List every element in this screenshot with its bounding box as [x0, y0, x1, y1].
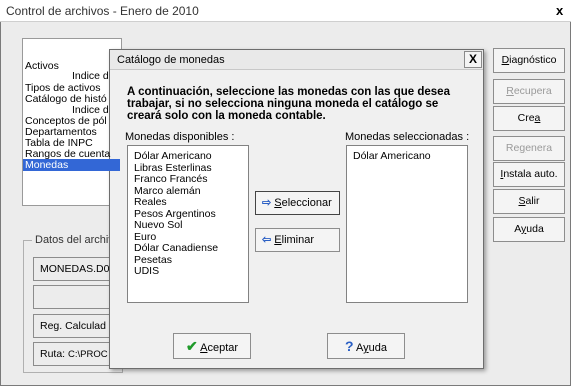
ruta-field: Ruta: C:\PROC	[33, 342, 121, 366]
selected-label: Monedas seleccionadas :	[345, 131, 470, 143]
selected-currencies-list[interactable]: Dólar Americano	[346, 145, 468, 303]
side-button-mnemonic: a	[534, 112, 541, 124]
dialog-instruction: A continuación, seleccione las monedas c…	[127, 86, 450, 122]
side-button[interactable]: Crea	[493, 106, 565, 131]
side-button[interactable]: Ayuda	[493, 217, 565, 242]
file-list-item[interactable]: Monedas	[23, 159, 120, 171]
available-currencies-list[interactable]: Dólar Americano Libras Esterlinas Franco F…	[127, 145, 249, 303]
question-icon: ?	[344, 338, 354, 354]
currency-item[interactable]: UDIS	[134, 266, 159, 277]
arrow-left-icon: ⇦	[262, 234, 272, 246]
currency-item[interactable]: Libras Esterlinas	[134, 162, 212, 174]
datos-legend: Datos del archiv	[32, 234, 117, 246]
window-close-button[interactable]: x	[556, 3, 563, 18]
currency-item[interactable]: Pesetas	[134, 254, 172, 266]
available-label: Monedas disponibles :	[125, 131, 235, 143]
remove-button[interactable]: ⇦ Eliminar	[255, 228, 340, 252]
side-button[interactable]: Instala auto.	[493, 162, 565, 187]
currency-item[interactable]: Nuevo Sol	[134, 220, 182, 231]
select-button[interactable]: ⇨ Seleccionar	[255, 191, 340, 215]
accept-button[interactable]: ✔ Aceptar	[173, 333, 251, 359]
side-button-mnemonic: S	[518, 195, 526, 207]
side-button-label: alir	[525, 195, 540, 207]
check-icon: ✔	[185, 338, 198, 354]
remove-button-mnemonic: E	[274, 234, 282, 246]
currency-item[interactable]: Franco Francés	[134, 174, 208, 185]
selected-currency-item[interactable]: Dólar Americano	[353, 151, 431, 162]
side-button-label: iagnóstico	[509, 54, 557, 66]
side-button[interactable]: Salir	[493, 189, 565, 214]
accept-button-label: ceptar	[207, 342, 239, 354]
help-button-label: uda	[368, 342, 387, 354]
side-button-label: enera	[525, 142, 553, 154]
reg-field: Reg. Calculad	[33, 314, 121, 338]
remove-button-label: liminar	[281, 234, 315, 246]
ruta-value: C:\PROC	[68, 349, 108, 360]
currency-item[interactable]: Euro	[134, 231, 156, 243]
empty-field	[33, 285, 121, 309]
side-button[interactable]: Diagnóstico	[493, 48, 565, 73]
file-name-field: MONEDAS.D0	[33, 257, 121, 281]
dialog-close-button[interactable]: X	[464, 51, 482, 68]
currency-item[interactable]: Dólar Canadiense	[134, 243, 218, 254]
file-list-item[interactable]: Indice d	[72, 70, 120, 82]
side-button[interactable]: Regenera	[493, 136, 565, 161]
currency-item[interactable]: Pesos Argentinos	[134, 208, 216, 220]
side-button-pre: Cre	[517, 112, 535, 124]
select-button-mnemonic: S	[274, 197, 282, 209]
help-button[interactable]: ? Ayuda	[327, 333, 405, 359]
window-title: Control de archivos - Enero de 2010	[6, 4, 199, 18]
dialog-title: Catálogo de monedas	[117, 54, 225, 66]
side-button-label: ecupera	[513, 85, 552, 97]
currency-item[interactable]: Reales	[134, 197, 167, 208]
side-button-pre: A	[514, 223, 522, 235]
currency-item[interactable]: Dólar Americano	[134, 151, 212, 162]
currency-item[interactable]: Marco alemán	[134, 185, 201, 197]
side-button[interactable]: Recupera	[493, 79, 565, 104]
select-button-label: eleccionar	[281, 197, 332, 209]
side-button-pre: Re	[505, 142, 520, 154]
arrow-right-icon: ⇨	[262, 197, 272, 209]
side-button-label: uda	[526, 223, 544, 235]
side-button-mnemonic: R	[506, 85, 514, 97]
side-button-label: nstala auto.	[503, 168, 558, 180]
ruta-label: Ruta:	[40, 348, 66, 360]
